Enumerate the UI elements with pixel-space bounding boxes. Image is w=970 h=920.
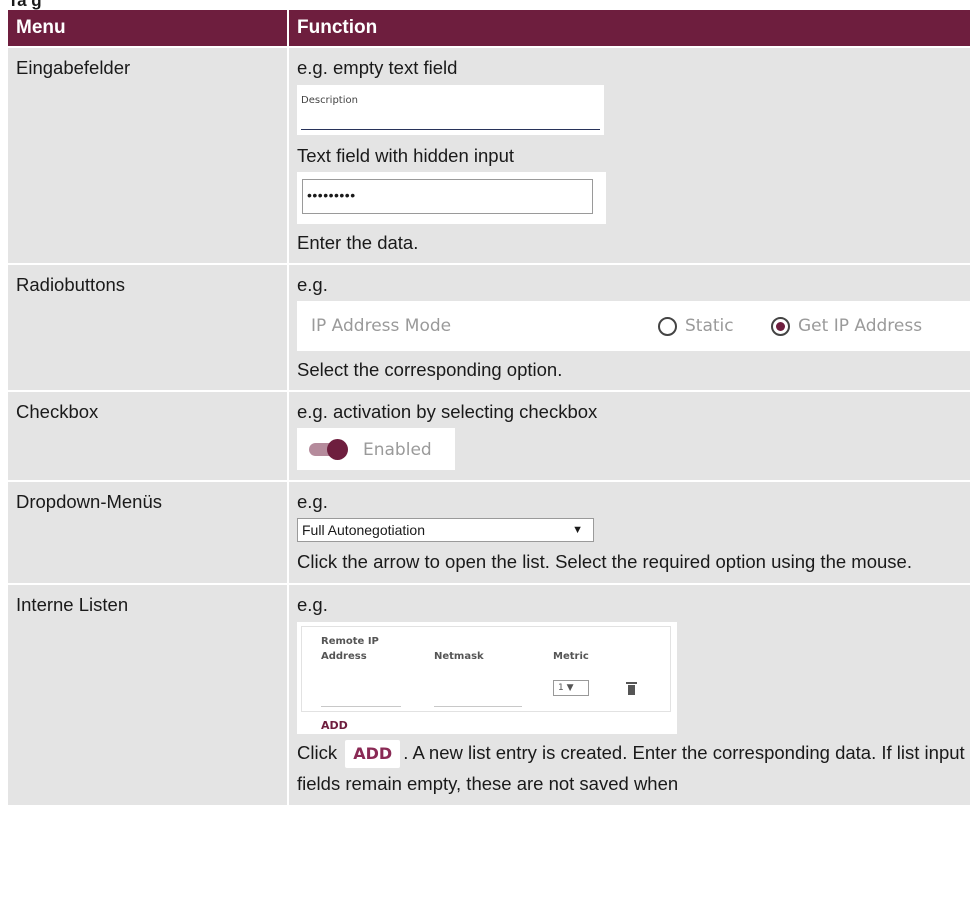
menu-cell-dropdown: Dropdown-Menüs <box>8 480 289 584</box>
metric-select[interactable]: 1 ▼ <box>553 680 589 696</box>
radio-option-static[interactable]: Static <box>658 314 734 340</box>
menu-cell-list: Interne Listen <box>8 582 289 806</box>
col-header-metric: Metric <box>553 651 589 662</box>
header-function: Function <box>288 10 970 47</box>
col-header-address: Address <box>321 651 367 662</box>
menu-cell-checkbox: Checkbox <box>8 390 289 481</box>
select-value: Full Autonegotiation <box>302 522 425 538</box>
enabled-toggle[interactable]: Enabled <box>297 428 455 470</box>
netmask-input[interactable] <box>434 706 522 707</box>
radio-off-icon <box>658 317 677 337</box>
radio-option-label: Get IP Address <box>798 316 923 336</box>
description-text-field[interactable]: Description <box>297 85 604 135</box>
radio-option-get-ip[interactable]: Get IP Address <box>771 314 922 340</box>
trash-icon[interactable] <box>626 682 637 695</box>
col-header-remote-ip: Remote IP <box>321 636 379 647</box>
function-cell-checkbox: e.g. activation by selecting checkbox En… <box>288 390 970 481</box>
function-text: Click the arrow to open the list. Select… <box>297 551 912 572</box>
table-row: Radiobuttons e.g. IP Address Mode Static… <box>8 263 970 391</box>
radio-option-label: Static <box>685 316 734 336</box>
function-table: Menu Function Eingabefelder e.g. empty t… <box>8 10 970 806</box>
function-cell-dropdown: e.g. Full Autonegotiation ▼ Click the ar… <box>288 480 970 584</box>
table-row: Eingabefelder e.g. empty text field Desc… <box>8 46 970 264</box>
radio-on-icon <box>771 317 790 337</box>
internal-list-example: Remote IP Address Netmask Metric 1 ▼ ADD <box>297 622 677 734</box>
function-cell-radio: e.g. IP Address Mode Static Get IP Addre… <box>288 263 970 391</box>
remote-ip-input[interactable] <box>321 706 401 707</box>
radio-group-example: IP Address Mode Static Get IP Address <box>297 301 970 351</box>
password-field-example: ••••••••• <box>297 172 606 224</box>
function-text: Text field with hidden input <box>297 145 514 166</box>
function-text: e.g. activation by selecting checkbox <box>297 401 598 422</box>
description-label: Description <box>301 95 358 106</box>
add-list-entry-button[interactable]: ADD <box>321 718 348 735</box>
dropdown-arrow-icon: ▼ <box>572 524 583 536</box>
text-before-add: Click <box>297 742 338 763</box>
col-header-netmask: Netmask <box>434 651 484 662</box>
password-input[interactable]: ••••••••• <box>302 179 593 214</box>
function-text: e.g. <box>297 594 328 615</box>
ip-mode-label: IP Address Mode <box>311 316 452 336</box>
inline-add-button: ADD <box>345 740 401 769</box>
function-cell-list: e.g. Remote IP Address Netmask Metric 1 … <box>288 582 970 806</box>
toggle-knob <box>327 439 348 460</box>
menu-cell-input: Eingabefelder <box>8 46 289 264</box>
function-text: Enter the data. <box>297 232 419 253</box>
function-text: Click ADD. A new list entry is created. … <box>297 737 970 799</box>
function-cell-input: e.g. empty text field Description Text f… <box>288 46 970 264</box>
function-text: e.g. <box>297 491 328 512</box>
header-menu: Menu <box>8 10 289 47</box>
function-text: e.g. empty text field <box>297 57 458 78</box>
function-text: e.g. <box>297 274 328 295</box>
function-text: Select the corresponding option. <box>297 359 563 380</box>
field-underline <box>301 129 600 130</box>
toggle-label: Enabled <box>363 440 432 460</box>
autonegotiation-select[interactable]: Full Autonegotiation ▼ <box>297 518 594 542</box>
table-row: Dropdown-Menüs e.g. Full Autonegotiation… <box>8 480 970 584</box>
table-header-row: Menu Function <box>8 10 970 47</box>
menu-cell-radio: Radiobuttons <box>8 263 289 391</box>
table-row: Checkbox e.g. activation by selecting ch… <box>8 390 970 481</box>
table-row: Interne Listen e.g. Remote IP Address Ne… <box>8 582 970 806</box>
